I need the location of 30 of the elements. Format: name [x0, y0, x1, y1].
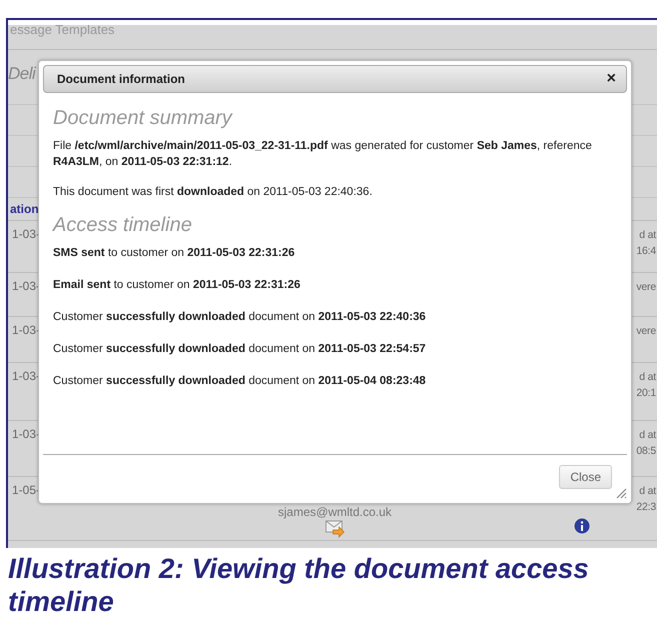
dialog-title: Document information	[57, 72, 185, 86]
close-button[interactable]: ×	[606, 70, 616, 88]
table-cell-text: vere	[636, 280, 656, 295]
table-cell-text: vere	[636, 324, 656, 339]
section-heading: Access timeline	[53, 214, 193, 237]
figure-caption: Illustration 2: Viewing the document access timeline	[8, 552, 590, 618]
table-cell-text: 08:5	[636, 444, 656, 459]
table-cell-text: 16:4	[636, 244, 656, 259]
table-cell-text: 20:1	[636, 386, 656, 401]
email-text: sjames@wmltd.co.uk	[278, 505, 392, 519]
timeline-entry: Customer successfully downloaded document on 2011-05-03 22:40:36	[53, 310, 427, 325]
table-cell-text: 1-03-	[12, 323, 40, 339]
table-cell-text: 1-05-	[12, 483, 40, 499]
table-cell-text: d at	[639, 484, 656, 499]
section-heading: Document summary	[53, 107, 234, 130]
summary-text: File /etc/wml/archive/main/2011-05-03_22-31-11.pdf was generated for customer Seb James, reference R4A3LM, on 2011-05-03 22:31:12.	[53, 139, 593, 170]
table-cell-text: 1-03-	[12, 227, 40, 243]
table-cell-text: d at	[639, 370, 656, 385]
table-cell-text: 22:3	[636, 500, 656, 515]
timeline-entry: Email sent to customer on 2011-05-03 22:31:26	[53, 278, 302, 293]
table-cell-text: d at	[639, 428, 656, 443]
table-cell-text: 1-03-	[12, 279, 40, 295]
timeline-entry: SMS sent to customer on 2011-05-03 22:31:26	[53, 246, 296, 261]
table-cell-text: d at	[639, 228, 656, 243]
summary-text: This document was first downloaded on 2011-05-03 22:40:36.	[53, 185, 374, 200]
timeline-entry: Customer successfully downloaded document on 2011-05-04 08:23:48	[53, 374, 427, 389]
close-button[interactable]: Close	[559, 465, 612, 489]
table-cell-text: 1-03-	[12, 427, 40, 443]
table-cell-text: 1-03-	[12, 369, 40, 385]
timeline-entry: Customer successfully downloaded document on 2011-05-03 22:54:57	[53, 342, 427, 357]
